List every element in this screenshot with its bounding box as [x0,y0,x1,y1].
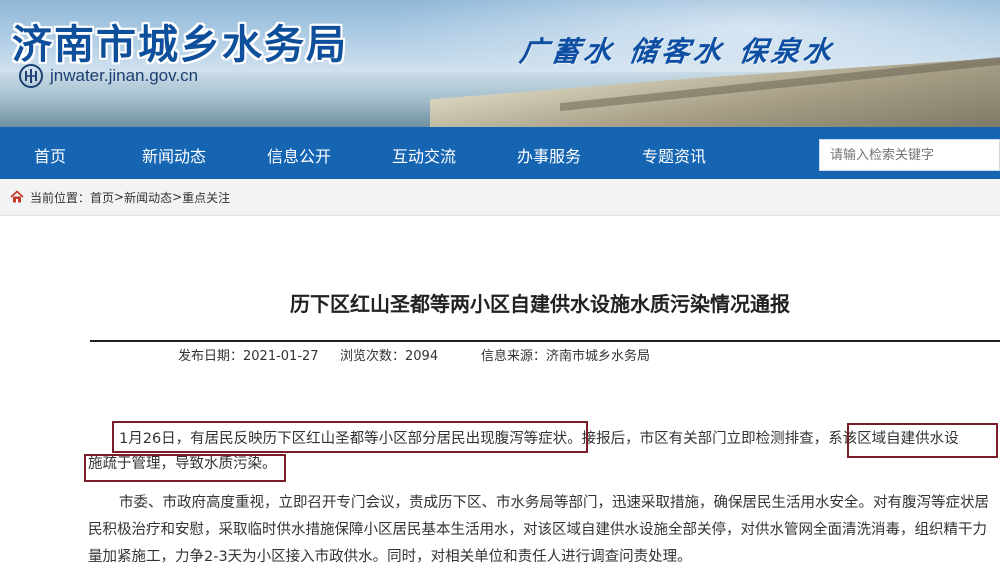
site-title[interactable]: 济南市城乡水务局 [12,12,348,70]
publish-date: 发布日期：2021-01-27 [178,349,319,364]
site-url: jnwater.jinan.gov.cn [50,66,199,85]
nav-item-home[interactable]: 首页 [34,143,66,167]
breadcrumb-separator: > [172,190,183,204]
home-icon [10,190,24,204]
nav-item-info-disclosure[interactable]: 信息公开 [267,143,331,167]
article-paragraph: 1月26日，有居民反映历下区红山圣都等小区部分居民出现腹泻等症状。接报后，市区有… [88,431,959,472]
article-paragraph: 市委、市政府高度重视，立即召开专门会议，责成历下区、市水务局等部门，迅速采取措施… [88,495,989,565]
slogan: 广蓄水 储客水 保泉水 [517,35,838,68]
article-title: 历下区红山圣都等两小区自建供水设施水质污染情况通报 [290,292,790,316]
breadcrumb-focus[interactable]: 重点关注 [182,189,230,206]
view-count: 浏览次数：2094 [340,349,439,364]
breadcrumb: 当前位置： 首页 > 新闻动态 > 重点关注 [0,179,1000,216]
info-source: 信息来源：济南市城乡水务局 [481,349,651,364]
water-bureau-logo-icon [18,63,44,89]
header-banner: 济南市城乡水务局 jnwater.jinan.gov.cn 广蓄水 储客水 保泉… [0,0,1000,127]
nav-item-topics[interactable]: 专题资讯 [642,143,706,167]
nav-item-news[interactable]: 新闻动态 [142,143,206,167]
breadcrumb-news[interactable]: 新闻动态 [124,189,172,206]
breadcrumb-home[interactable]: 首页 [90,189,114,206]
title-divider [90,340,1000,342]
search-input[interactable] [819,139,1000,171]
nav-item-services[interactable]: 办事服务 [517,143,581,167]
nav-item-interaction[interactable]: 互动交流 [392,143,456,167]
highlighted-text: 1月26日，有居民反映历下区红山圣都等小区部分居民出现腹泻等症状 [119,431,568,447]
breadcrumb-prefix: 当前位置： [30,190,91,205]
highlighted-text: 施疏于管理，导致水质污染 [88,456,262,472]
breadcrumb-separator: > [114,190,125,204]
highlighted-text: 系该区域自建供水设 [828,431,959,447]
site-url-group: jnwater.jinan.gov.cn [18,63,198,89]
